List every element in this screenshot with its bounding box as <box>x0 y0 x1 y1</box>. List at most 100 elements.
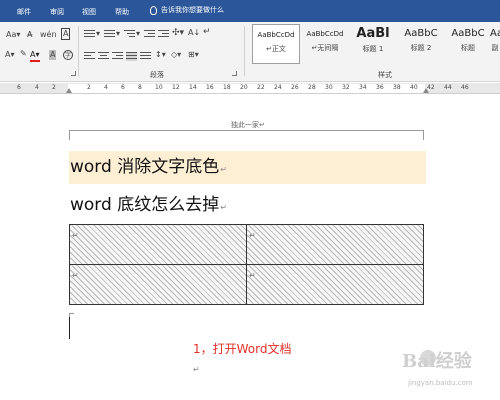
numbering-dropdown-icon[interactable]: ▾ <box>116 29 120 39</box>
paragraph-mark: ↵ <box>220 165 227 174</box>
font-dialog-launcher-icon[interactable] <box>71 71 76 76</box>
char-border-icon[interactable]: A <box>61 28 71 40</box>
styles-gallery: AaBbCcDd ↵正文 AaBbCcDd ↵无间隔 AaBl 标题 1 AaB… <box>252 24 500 68</box>
lightbulb-icon <box>150 5 157 15</box>
style-subtitle[interactable]: AaBl 副 <box>490 24 500 64</box>
line-spacing-icon[interactable]: ↕▾ <box>155 50 166 60</box>
group-separator <box>78 26 79 76</box>
bullets-dropdown-icon[interactable]: ▾ <box>96 29 100 39</box>
align-right-icon[interactable] <box>112 52 123 61</box>
highlight-icon[interactable]: ✎ <box>20 49 27 59</box>
cell-mark: ↵ <box>249 231 256 240</box>
paragraph-shading-icon[interactable]: ◇▾ <box>171 50 181 60</box>
ruler-number: 18 <box>223 84 231 91</box>
shaded-table[interactable]: ↵ ↵ ↵ ↵ <box>69 224 424 305</box>
style-normal[interactable]: AaBbCcDd ↵正文 <box>252 24 300 64</box>
horizontal-ruler[interactable]: 6 4 2 2 4 6 8 10 12 14 16 18 20 22 24 26 28 30 32 34 36 38 40 4… <box>0 83 500 94</box>
char-shading-icon[interactable]: A <box>49 50 57 60</box>
ruler-number: 46 <box>461 84 469 91</box>
style-heading-2[interactable]: AaBbC 标题 2 <box>397 24 445 64</box>
table-cell[interactable]: ↵ <box>69 224 247 265</box>
ruler-number: 44 <box>444 84 452 91</box>
tab-view[interactable]: 视图 <box>82 7 96 17</box>
left-indent-marker[interactable] <box>66 88 72 93</box>
heading-remove-text-shading[interactable]: word 消除文字底色↵ <box>69 151 426 184</box>
watermark-url: jingyan.baidu.com <box>408 379 473 387</box>
heading1-text: word 消除文字底色 <box>70 157 220 177</box>
cell-mark: ↵ <box>72 271 79 280</box>
multilevel-list-icon[interactable] <box>124 30 135 39</box>
document-page[interactable]: 独此一家↵ word 消除文字底色↵ word 底纹怎么去掉↵ ↵ ↵ ↵ ↵ … <box>0 95 500 400</box>
chinese-layout-icon[interactable]: ✣▾ <box>172 28 184 38</box>
paragraph-group-label: 段落 <box>150 71 164 79</box>
distributed-icon[interactable] <box>140 52 151 61</box>
sort-icon[interactable]: A↓ <box>188 28 200 38</box>
numbering-icon[interactable] <box>104 30 115 39</box>
change-case-button[interactable]: Aa▾ <box>6 30 20 40</box>
ruler-number: 2 <box>52 84 56 91</box>
decrease-indent-icon[interactable] <box>144 30 155 39</box>
table-row: ↵ ↵ <box>69 264 424 305</box>
show-marks-icon[interactable]: ↵ <box>203 27 211 37</box>
increase-indent-icon[interactable] <box>158 30 169 39</box>
cell-mark: ↵ <box>72 231 79 240</box>
tell-me-text: 告诉我你想要做什么 <box>161 6 224 14</box>
paragraph-dialog-launcher-icon[interactable] <box>232 71 237 76</box>
baidu-jingyan-watermark: Bai经验 jingyan.baidu.com <box>402 347 497 395</box>
align-left-icon[interactable] <box>84 52 95 61</box>
cell-mark: ↵ <box>249 271 256 280</box>
ruler-number: 30 <box>325 84 333 91</box>
ruler-number: 6 <box>17 84 21 91</box>
font-color-icon[interactable]: A▾ <box>30 50 40 62</box>
ruler-number: 4 <box>35 84 39 91</box>
text-cursor <box>69 313 74 339</box>
ruler-number: 24 <box>274 84 282 91</box>
ruler-number: 14 <box>189 84 197 91</box>
paragraph-mark: ↵ <box>193 365 200 374</box>
ruler-number: 2 <box>87 84 91 91</box>
style-title[interactable]: AaBbC 标题 <box>444 24 492 64</box>
tab-mailings[interactable]: 邮件 <box>17 7 31 17</box>
justify-icon[interactable] <box>126 52 137 61</box>
style-no-spacing[interactable]: AaBbCcDd ↵无间隔 <box>301 24 349 64</box>
ribbon: Aa▾ A̶ wén A A▾ ✎ A▾ A 字 ▾ ▾ ▾ ✣▾ A↓ ↵ ↕… <box>0 22 500 82</box>
ruler-number: 22 <box>257 84 265 91</box>
ruler-number: 12 <box>172 84 180 91</box>
align-center-icon[interactable] <box>98 52 109 61</box>
ruler-number: 6 <box>121 84 125 91</box>
enclose-char-icon[interactable]: 字 <box>63 50 73 60</box>
step-caption: 1，打开Word文档 <box>193 342 292 356</box>
style-heading-1[interactable]: AaBl 标题 1 <box>349 24 397 64</box>
paragraph-mark: ↵ <box>220 203 227 212</box>
borders-icon[interactable]: ⊞▾ <box>188 50 199 60</box>
ruler-number: 8 <box>138 84 142 91</box>
phonetic-guide-icon[interactable]: wén <box>40 30 57 40</box>
bullets-icon[interactable] <box>84 30 95 39</box>
tab-review[interactable]: 审阅 <box>50 7 64 17</box>
group-separator <box>244 26 245 76</box>
ruler-number: 26 <box>291 84 299 91</box>
watermark-logo-text: Bai经验 <box>402 351 472 372</box>
tell-me-box[interactable]: 告诉我你想要做什么 <box>150 5 224 15</box>
heading-remove-shading[interactable]: word 底纹怎么去掉↵ <box>69 192 426 218</box>
text-effects-icon[interactable]: A▾ <box>5 50 15 60</box>
tab-help[interactable]: 帮助 <box>115 7 129 17</box>
table-cell[interactable]: ↵ <box>69 264 247 305</box>
clear-formatting-icon[interactable]: A̶ <box>27 30 32 40</box>
table-cell[interactable]: ↵ <box>246 264 424 305</box>
page-header-text[interactable]: 独此一家↵ <box>231 120 265 130</box>
ribbon-tab-bar: 邮件 审阅 视图 帮助 告诉我你想要做什么 <box>0 0 500 22</box>
ruler-number: 36 <box>376 84 384 91</box>
ruler-number: 20 <box>240 84 248 91</box>
styles-group-label: 样式 <box>378 71 392 79</box>
ruler-number: 40 <box>410 84 418 91</box>
heading2-text: word 底纹怎么去掉 <box>70 195 220 215</box>
multilevel-dropdown-icon[interactable]: ▾ <box>136 29 140 39</box>
ruler-number: 28 <box>308 84 316 91</box>
ruler-number: 38 <box>393 84 401 91</box>
right-indent-marker[interactable] <box>423 88 429 93</box>
table-row: ↵ ↵ <box>69 224 424 265</box>
ruler-number: 10 <box>155 84 163 91</box>
table-cell[interactable]: ↵ <box>246 224 424 265</box>
ruler-number: 34 <box>359 84 367 91</box>
